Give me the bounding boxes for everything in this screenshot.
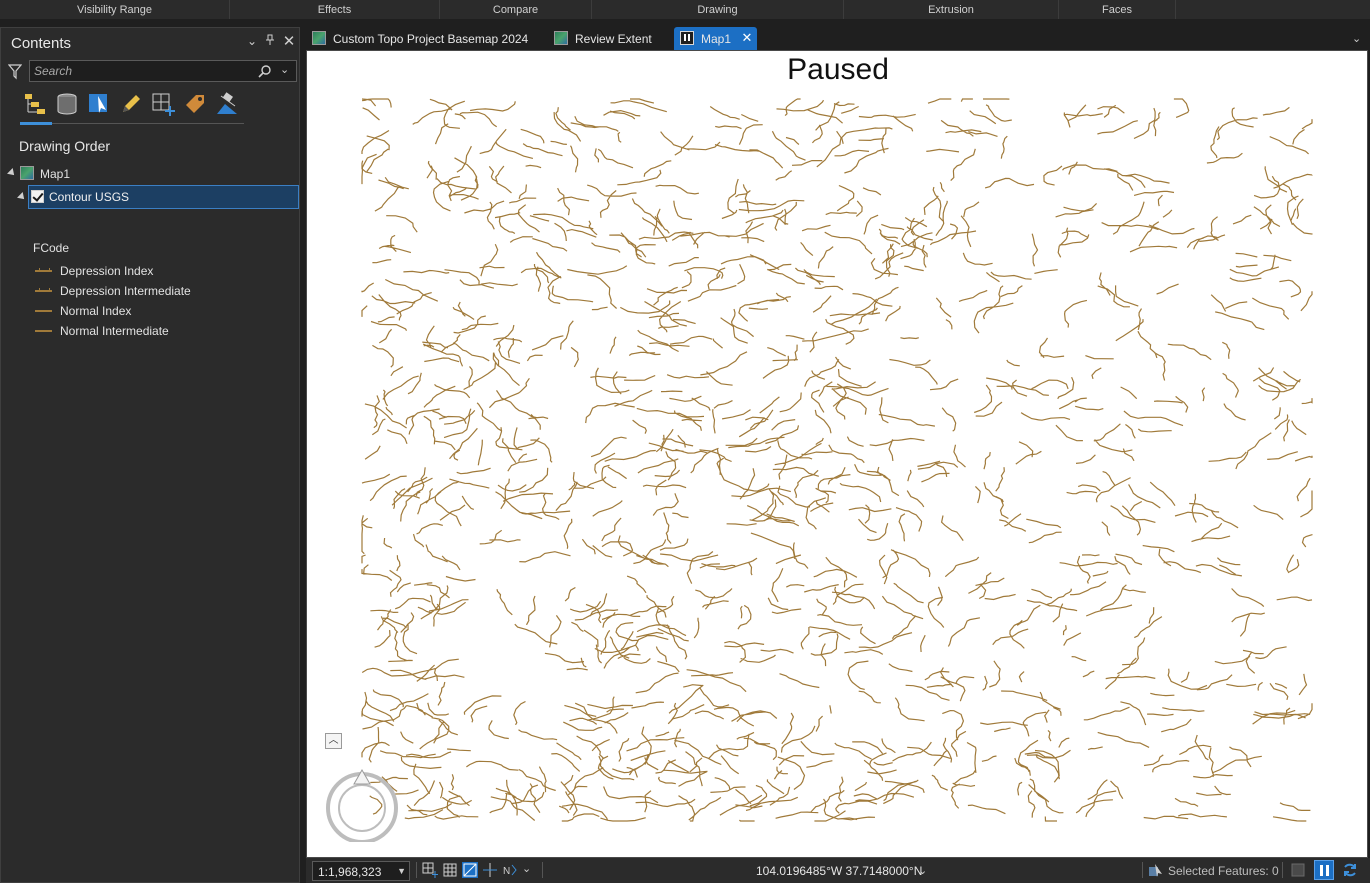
depression-line-symbol-icon <box>35 268 52 272</box>
list-by-selection-icon[interactable] <box>83 90 115 120</box>
map-name: Map1 <box>40 167 71 181</box>
filter-icon[interactable] <box>7 63 23 80</box>
ribbon-group-visibility-range: Visibility Range <box>0 0 230 19</box>
scale-selector[interactable]: 1:1,968,323 ▼ <box>312 861 410 881</box>
ribbon-group-extrusion: Extrusion <box>844 0 1059 19</box>
line-symbol-icon <box>35 330 52 332</box>
legend-item-normal-intermediate[interactable]: Normal Intermediate <box>35 322 285 340</box>
map-view[interactable]: Paused ︿ <box>306 50 1368 858</box>
tab-overflow-chevron-down-icon[interactable]: ⌄ <box>1352 32 1361 45</box>
scale-value: 1:1,968,323 <box>318 865 382 879</box>
coordinate-readout: 104.0196485°W 37.7148000°N <box>756 864 923 878</box>
close-pane-icon[interactable]: ✕ <box>281 32 297 50</box>
navigator-compass[interactable] <box>325 768 399 844</box>
view-tab-bar: Custom Topo Project Basemap 2024 Review … <box>306 27 1370 50</box>
legend-label: Normal Index <box>60 304 132 318</box>
chevron-down-icon[interactable]: ▼ <box>397 866 406 876</box>
divider <box>1282 862 1283 878</box>
legend-item-depression-intermediate[interactable]: Depression Intermediate <box>35 282 285 300</box>
refresh-disabled-icon[interactable] <box>1290 862 1306 878</box>
tab-custom-topo-project-basemap-2024[interactable]: Custom Topo Project Basemap 2024 <box>306 27 544 50</box>
collapse-triangle-icon[interactable] <box>17 192 27 202</box>
list-by-labeling-icon[interactable] <box>179 90 211 120</box>
close-tab-icon[interactable]: ✕ <box>740 30 754 46</box>
pause-drawing-button[interactable] <box>1314 860 1334 880</box>
contour-map-canvas[interactable] <box>307 51 1367 857</box>
list-by-snapping-icon[interactable] <box>147 90 179 120</box>
layer-name: Contour USGS <box>49 190 130 204</box>
map-icon <box>312 31 326 45</box>
ribbon-group-faces: Faces <box>1059 0 1176 19</box>
legend-item-depression-index[interactable]: Depression Index <box>35 262 285 280</box>
legend-heading: FCode <box>33 241 70 255</box>
divider <box>416 862 417 878</box>
active-view-indicator <box>20 122 52 125</box>
selected-features-icon <box>1148 862 1164 878</box>
coordinate-format-chevron-down-icon[interactable]: ⌄ <box>918 864 927 877</box>
search-icon[interactable] <box>258 64 272 78</box>
map-icon <box>20 166 34 180</box>
contents-pane: Contents ⌄ ✕ ⌄ <box>0 27 300 883</box>
list-by-data-source-icon[interactable] <box>51 90 83 120</box>
selected-features-count: Selected Features: 0 <box>1168 864 1279 878</box>
list-by-perspective-imagery-icon[interactable] <box>211 90 243 120</box>
divider <box>1142 862 1143 878</box>
tab-label: Review Extent <box>575 32 652 46</box>
drawing-order-heading: Drawing Order <box>19 138 111 154</box>
contour-lines <box>361 98 1313 822</box>
search-input[interactable] <box>34 63 254 79</box>
tree-item-contour-usgs-layer[interactable]: Contour USGS <box>1 185 299 209</box>
line-symbol-icon <box>35 310 52 312</box>
list-by-editing-icon[interactable] <box>115 90 147 120</box>
legend-label: Depression Index <box>60 264 154 278</box>
snapping-active-icon[interactable] <box>462 862 478 878</box>
tab-label: Custom Topo Project Basemap 2024 <box>333 32 529 46</box>
grid-icon[interactable] <box>442 862 458 878</box>
search-box[interactable]: ⌄ <box>29 60 297 82</box>
ribbon-group-effects: Effects <box>230 0 440 19</box>
ribbon-group-compare: Compare <box>440 0 592 19</box>
collapse-triangle-icon[interactable] <box>7 168 17 178</box>
map-icon <box>554 31 568 45</box>
legend-item-normal-index[interactable]: Normal Index <box>35 302 285 320</box>
list-by-drawing-order-icon[interactable] <box>19 90 51 120</box>
chevron-down-icon[interactable]: ⌄ <box>522 862 538 878</box>
tab-review-extent[interactable]: Review Extent <box>548 27 668 50</box>
pin-icon[interactable] <box>262 34 278 49</box>
refresh-icon[interactable] <box>1342 862 1358 878</box>
depression-line-symbol-icon <box>35 288 52 292</box>
contents-view-toolbar <box>19 90 243 120</box>
add-grid-icon[interactable] <box>422 862 438 878</box>
ribbon-group-labels: Visibility Range Effects Compare Drawing… <box>0 0 1370 19</box>
legend-label: Depression Intermediate <box>60 284 191 298</box>
contour-line-path <box>361 98 1313 822</box>
ribbon-group-drawing: Drawing <box>592 0 844 19</box>
paused-overlay-text: Paused <box>787 53 889 86</box>
expand-navigator-chevron-up-icon[interactable]: ︿ <box>325 733 342 749</box>
pane-options-chevron-icon[interactable]: ⌄ <box>244 34 260 48</box>
legend-label: Normal Intermediate <box>60 324 169 338</box>
tab-label: Map1 <box>701 32 732 46</box>
tab-map1[interactable]: Map1 ✕ <box>674 27 757 50</box>
search-options-chevron-down-icon[interactable]: ⌄ <box>280 63 294 79</box>
north-arrow-icon[interactable]: N <box>502 862 518 878</box>
map-status-bar: 1:1,968,323 ▼ N ⌄ 104.0196485°W 37.71480… <box>306 858 1370 883</box>
contents-title: Contents <box>11 35 72 52</box>
view-toolbar-divider <box>20 123 244 124</box>
layer-visibility-checkbox[interactable] <box>31 190 44 203</box>
paused-map-icon <box>680 31 694 45</box>
svg-text:N: N <box>503 866 510 877</box>
divider <box>542 862 543 878</box>
tree-item-map1[interactable]: Map1 <box>1 164 299 184</box>
crosshair-icon[interactable] <box>482 862 498 878</box>
